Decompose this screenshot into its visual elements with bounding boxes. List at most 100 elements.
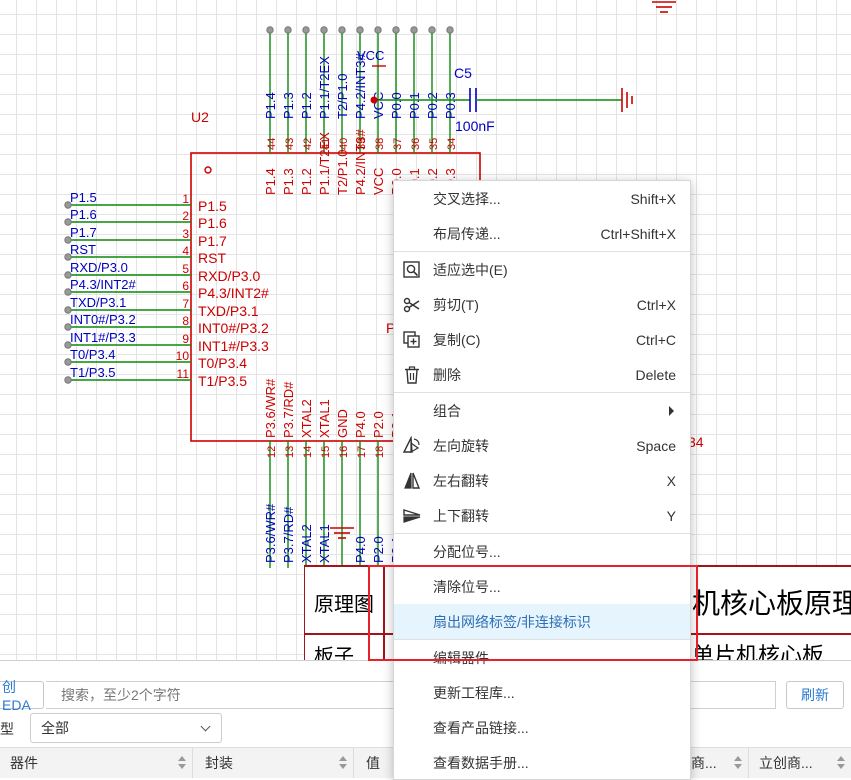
left-net-label: TXD/P3.1 xyxy=(70,295,126,310)
left-pin-number: 11 xyxy=(177,367,190,381)
left-pin-name: T1/P3.5 xyxy=(198,373,247,389)
left-pin-number: 9 xyxy=(182,332,189,346)
top-pin-number: 35 xyxy=(428,138,440,150)
top-pin-name: T2/P1.0 xyxy=(335,149,350,195)
title-block-label-schematic: 原理图 xyxy=(314,592,374,616)
scissors-icon xyxy=(402,295,422,315)
left-net-label: P1.5 xyxy=(70,190,97,205)
top-pin-name: P1.2 xyxy=(299,168,314,195)
column-header-value[interactable]: 值 xyxy=(354,748,394,778)
left-pin-name: T0/P3.4 xyxy=(198,355,247,371)
menu-item-cross-select[interactable]: 交叉选择... Shift+X xyxy=(394,181,690,216)
capacitor-value: 100nF xyxy=(455,118,495,134)
pin-endpoint xyxy=(284,26,292,34)
column-header-manufacturer[interactable]: 商... xyxy=(691,748,749,778)
submenu-arrow-icon xyxy=(669,405,674,416)
top-net-label: P0.3 xyxy=(443,92,458,119)
menu-item-view-product-link[interactable]: 查看产品链接... xyxy=(394,710,690,745)
junction-dot xyxy=(370,96,378,104)
pin-endpoint xyxy=(266,26,274,34)
menu-item-flip-vertical[interactable]: 上下翻转 Y xyxy=(394,498,690,533)
left-net-label: INT0#/P3.2 xyxy=(70,312,136,327)
top-net-label: VCC xyxy=(371,92,386,119)
left-pin-number: 1 xyxy=(182,192,189,206)
sort-icon[interactable] xyxy=(837,756,845,770)
column-header-footprint[interactable]: 封装 xyxy=(193,748,354,778)
bottom-net-label: P3.6/WR# xyxy=(263,503,278,563)
top-pin-number: 34 xyxy=(446,138,458,150)
pin-endpoint xyxy=(410,26,418,34)
top-pin-number: 44 xyxy=(266,138,278,150)
bottom-pin-name: P2.0 xyxy=(371,411,386,438)
left-pin-number: 8 xyxy=(182,314,189,328)
pin-endpoint xyxy=(338,26,346,34)
bottom-pin-name: P3.6/WR# xyxy=(263,378,278,438)
menu-item-shortcut: Y xyxy=(666,507,676,524)
vcc-label: VCC xyxy=(357,48,384,63)
menu-separator xyxy=(394,392,690,393)
top-net-label: P0.0 xyxy=(389,92,404,119)
menu-item-flip-horizontal[interactable]: 左右翻转 X xyxy=(394,463,690,498)
menu-item-shortcut: Ctrl+X xyxy=(636,296,676,313)
pin-endpoint xyxy=(428,26,436,34)
left-net-label: T0/P3.4 xyxy=(70,347,116,362)
pin-endpoint xyxy=(356,26,364,34)
sort-icon[interactable] xyxy=(178,756,186,770)
left-pin-name: P1.7 xyxy=(198,233,227,249)
bottom-pin-name: P3.7/RD# xyxy=(281,381,296,438)
bottom-pin-number: 18 xyxy=(374,446,386,458)
menu-item-label: 剪切(T) xyxy=(433,296,479,313)
pin-endpoint xyxy=(302,26,310,34)
top-net-label: P1.4 xyxy=(263,92,278,119)
type-select[interactable]: 全部 xyxy=(30,713,222,743)
menu-item-label: 上下翻转 xyxy=(433,507,489,524)
zoom-fit-icon xyxy=(402,260,422,280)
menu-item-fit-selection[interactable]: 适应选中(E) xyxy=(394,252,690,287)
column-header-lcsc[interactable]: 立创商... xyxy=(749,748,851,778)
menu-item-label: 更新工程库... xyxy=(433,684,515,701)
bottom-net-label: XTAL1 xyxy=(317,524,332,563)
bottom-pin-number: 12 xyxy=(266,446,278,458)
menu-item-assign-designator[interactable]: 分配位号... xyxy=(394,534,690,569)
left-pin-number: 5 xyxy=(182,262,189,276)
sort-icon[interactable] xyxy=(734,756,742,770)
menu-item-label: 删除 xyxy=(433,366,461,383)
type-select-value: 全部 xyxy=(41,720,69,736)
left-pin-name: P1.5 xyxy=(198,198,227,214)
left-net-label: INT1#/P3.3 xyxy=(70,330,136,345)
menu-item-label: 适应选中(E) xyxy=(433,261,508,278)
menu-item-shortcut: Delete xyxy=(635,366,676,383)
menu-item-delete[interactable]: 删除 Delete xyxy=(394,357,690,392)
flip-horizontal-icon xyxy=(402,471,422,491)
menu-item-layout-transfer[interactable]: 布局传递... Ctrl+Shift+X xyxy=(394,216,690,251)
sort-icon[interactable] xyxy=(339,756,347,770)
left-pin-name: TXD/P3.1 xyxy=(198,303,259,319)
flip-vertical-icon xyxy=(402,506,422,526)
column-header-device[interactable]: 器件 xyxy=(0,748,193,778)
top-pin-name: P1.1/T2EX xyxy=(317,132,332,195)
menu-item-rotate-left[interactable]: 左向旋转 Space xyxy=(394,428,690,463)
rotate-left-icon xyxy=(402,436,422,456)
type-filter-row: 类型 全部 xyxy=(0,713,300,743)
menu-item-label: 布局传递... xyxy=(433,225,501,242)
copy-icon xyxy=(402,330,422,350)
left-net-label: RST xyxy=(70,242,96,257)
left-pin-number: 7 xyxy=(182,297,189,311)
highlight-annotation-box xyxy=(368,565,698,661)
component-designator: U2 xyxy=(191,109,209,125)
bottom-pin-number: 16 xyxy=(338,446,350,458)
eda-library-tab[interactable]: 创EDA xyxy=(0,679,44,713)
menu-item-group[interactable]: 组合 xyxy=(394,393,690,428)
menu-item-label: 左向旋转 xyxy=(433,437,489,454)
refresh-button[interactable]: 刷新 xyxy=(786,681,844,709)
top-pin-number: 43 xyxy=(284,138,296,150)
bottom-net-label: P3.7/RD# xyxy=(281,506,296,563)
menu-item-view-datasheet[interactable]: 查看数据手册... xyxy=(394,745,690,780)
menu-item-update-project-library[interactable]: 更新工程库... xyxy=(394,675,690,710)
top-pin-number: 40 xyxy=(338,138,350,150)
top-pin-name: P1.4 xyxy=(263,168,278,195)
left-pin-name: RXD/P3.0 xyxy=(198,268,260,284)
left-net-label: P4.3/INT2# xyxy=(70,277,137,292)
menu-item-cut[interactable]: 剪切(T) Ctrl+X xyxy=(394,287,690,322)
menu-item-copy[interactable]: 复制(C) Ctrl+C xyxy=(394,322,690,357)
